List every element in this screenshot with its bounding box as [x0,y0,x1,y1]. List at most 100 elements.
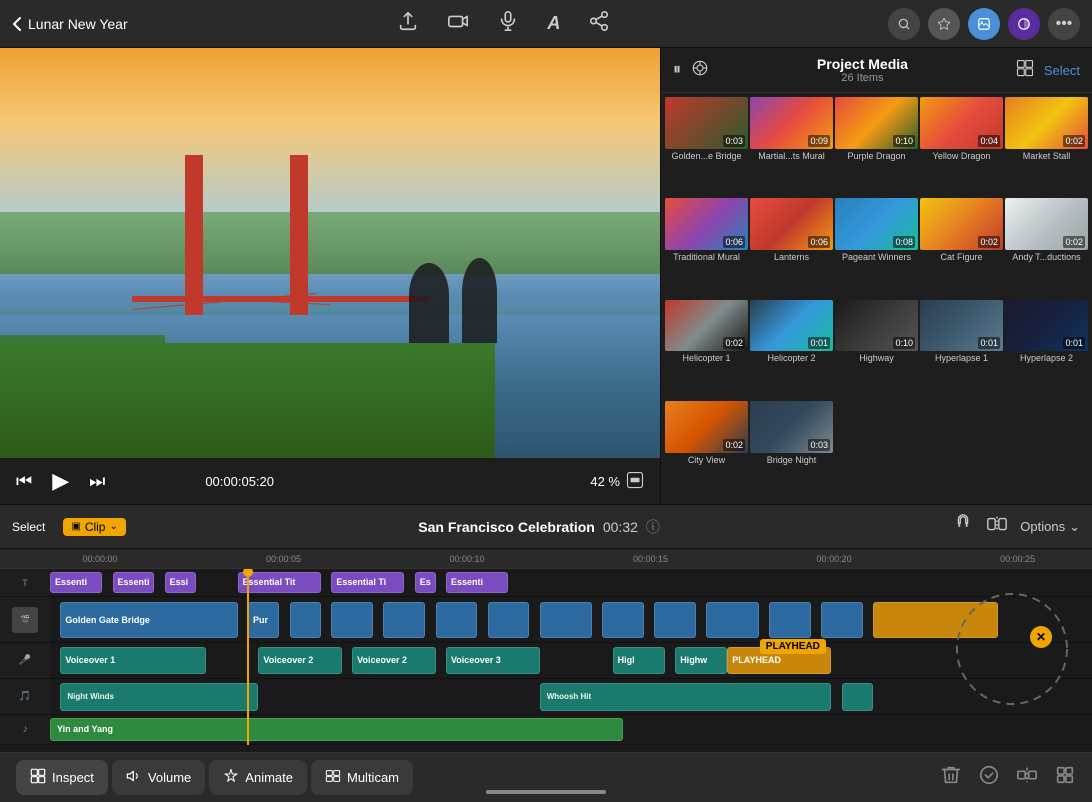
media-duration: 0:06 [808,236,830,248]
split-tool-icon[interactable] [986,513,1008,540]
more-icon-btn[interactable]: ••• [1048,8,1080,40]
media-item[interactable]: 0:06 Traditional Mural [665,198,748,297]
playhead-close-button[interactable]: ✕ [1030,626,1052,648]
select-button[interactable]: Select [1044,63,1080,78]
playhead-label-block: PLAYHEAD [760,639,826,654]
media-item[interactable]: 0:02 City View [665,401,748,500]
photos-icon-btn[interactable] [968,8,1000,40]
music-clip[interactable]: Yin and Yang [50,718,623,741]
timeline-clip[interactable] [602,602,644,638]
share-icon[interactable] [588,10,610,38]
media-name: Market Stall [1005,149,1088,163]
timeline-clip[interactable] [540,602,592,638]
voiceover-track-label: 🎤 [0,643,50,678]
timeline-clip[interactable]: Es [415,572,436,594]
media-item[interactable]: 0:04 Yellow Dragon [920,97,1003,196]
inspect-button[interactable]: Inspect [16,760,108,795]
media-item[interactable]: 0:02 Cat Figure [920,198,1003,297]
skip-back-button[interactable]: ⏮ [16,471,32,492]
timeline-clip[interactable] [383,602,425,638]
filter-icon[interactable] [691,59,709,82]
skip-forward-button[interactable]: ⏭ [89,471,105,492]
timeline-clip[interactable]: Voiceover 1 [60,647,206,674]
media-header-right: Select [1016,59,1080,82]
media-name: Hyperlapse 1 [920,351,1003,365]
media-duration: 0:02 [1063,135,1085,147]
multicam-label: Multicam [347,770,399,785]
media-item[interactable]: 0:03 Golden...e Bridge [665,97,748,196]
video-frame [0,48,660,458]
video-controls: ⏮ ▶ ⏭ 00:00:05:20 42 % [0,458,660,504]
media-item[interactable]: 0:02 Helicopter 1 [665,300,748,399]
camera-icon[interactable] [447,10,469,38]
info-icon[interactable]: ⓘ [646,517,660,537]
timeline-clip[interactable]: Essenti [50,572,102,594]
bottom-toolbar: Inspect Volume Animate Multicam [0,752,1092,802]
media-item[interactable]: 0:03 Bridge Night [750,401,833,500]
timeline-clip[interactable] [821,602,863,638]
search-icon-btn[interactable] [888,8,920,40]
media-grid: 0:03 Golden...e Bridge 0:09 Martial...ts… [661,93,1092,504]
timeline-clip[interactable]: Higl [613,647,665,674]
options-button[interactable]: Options ⌄ [1020,519,1080,535]
timeline-clip[interactable]: Essential Ti [331,572,404,594]
media-item[interactable]: 0:02 Market Stall [1005,97,1088,196]
timeline-clip[interactable]: Voiceover 3 [446,647,540,674]
timeline-clip[interactable] [290,602,321,638]
timeline-clip[interactable]: Night Winds [60,683,258,711]
media-name: Cat Figure [920,250,1003,264]
timeline-clip[interactable]: Essenti [446,572,509,594]
timeline-clip[interactable] [769,602,811,638]
timeline-clip[interactable]: Pur [248,602,279,638]
play-button[interactable]: ▶ [52,468,69,494]
zoom-icon[interactable] [626,471,644,492]
media-item[interactable]: 0:08 Pageant Winners [835,198,918,297]
timeline-clip[interactable] [488,602,530,638]
media-item[interactable]: 0:10 Purple Dragon [835,97,918,196]
media-item[interactable]: 0:06 Lanterns [750,198,833,297]
media-item[interactable]: 0:02 Andy T...ductions [1005,198,1088,297]
split-clip-icon[interactable] [1016,764,1038,791]
export-icon[interactable] [397,10,419,38]
animate-button[interactable]: Animate [209,760,307,795]
timeline-clip[interactable]: Essi [165,572,196,594]
timeline-clip[interactable]: Voiceover 2 [258,647,341,674]
magnetic-tool-icon[interactable] [952,513,974,540]
media-duration: 0:08 [893,236,915,248]
timeline-toolbar: Select ▣ Clip ⌄ San Francisco Celebratio… [0,505,1092,549]
media-name: Lanterns [750,250,833,264]
timeline-clip[interactable] [654,602,696,638]
pause-icon[interactable]: ⏸ [673,61,681,79]
media-item[interactable]: 0:09 Martial...ts Mural [750,97,833,196]
media-item[interactable]: 0:10 Highway [835,300,918,399]
timeline-clip[interactable] [436,602,478,638]
timeline-clip[interactable] [842,683,873,711]
star-icon-btn[interactable] [928,8,960,40]
media-name: Bridge Night [750,453,833,467]
timeline-clip[interactable]: Essenti [113,572,155,594]
timeline-clip[interactable]: Voiceover 2 [352,647,435,674]
a-icon[interactable]: A [547,10,560,38]
timeline-clip[interactable]: Highw [675,647,727,674]
back-button[interactable]: Lunar New Year [12,16,128,32]
timeline-clip[interactable]: Whoosh Hit [540,683,832,711]
media-item[interactable]: 0:01 Hyperlapse 1 [920,300,1003,399]
check-icon[interactable] [978,764,1000,791]
grid-view-icon[interactable] [1016,59,1034,82]
timeline-clip[interactable] [706,602,758,638]
timeline-clip[interactable] [331,602,373,638]
main-video-track-content: Golden Gate Bridge Pur [50,597,1092,642]
media-item[interactable]: 0:01 Helicopter 2 [750,300,833,399]
timeline-clip[interactable]: Golden Gate Bridge [60,602,237,638]
bridge-tower-left [185,155,203,315]
multicam-button[interactable]: Multicam [311,760,413,795]
volume-button[interactable]: Volume [112,760,205,795]
media-name: City View [665,453,748,467]
audio-track: 🎵 Night WindsWhoosh Hit [0,679,1092,715]
media-item[interactable]: 0:01 Hyperlapse 2 [1005,300,1088,399]
effects-icon-btn[interactable] [1008,8,1040,40]
transform-icon[interactable] [1054,764,1076,791]
tracks-container: PLAYHEAD ✕ T EssentiEssentiEssiEssential… [0,569,1092,745]
mic-icon[interactable] [497,10,519,38]
trash-icon[interactable] [940,764,962,791]
